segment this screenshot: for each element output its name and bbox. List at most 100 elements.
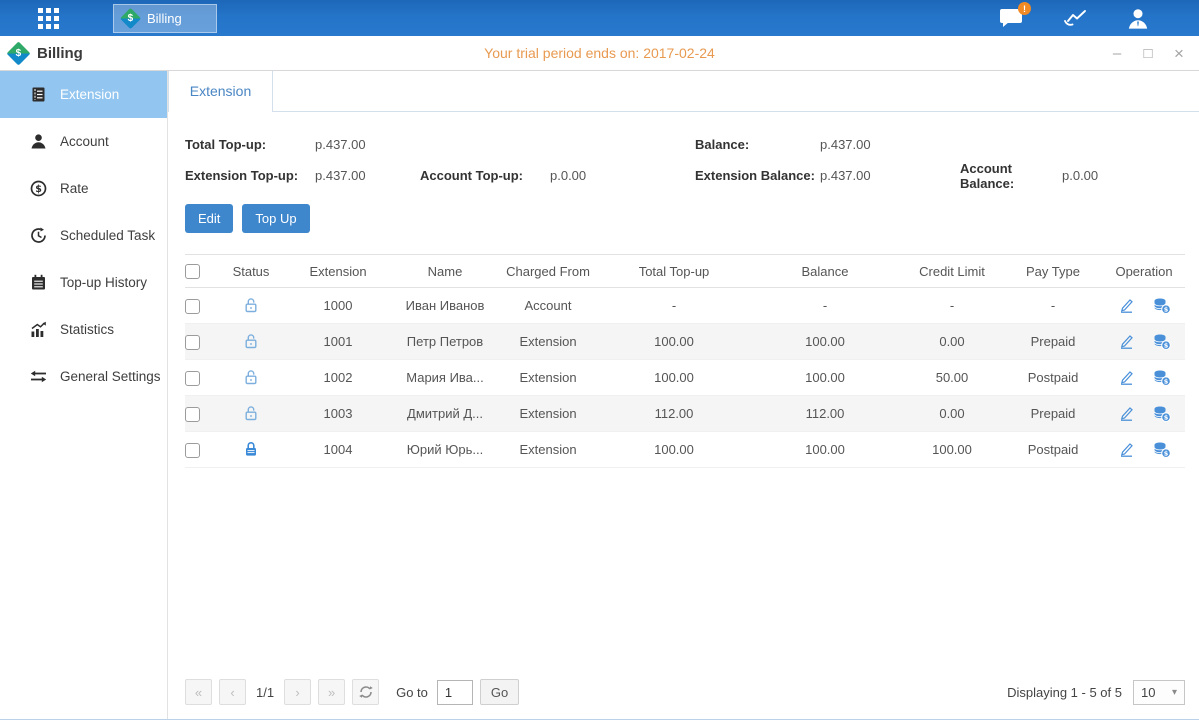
- topbar-tab-label: Billing: [147, 11, 182, 26]
- sidebar-item-extension[interactable]: Extension: [0, 71, 167, 118]
- displaying-text: Displaying 1 - 5 of 5: [1007, 685, 1122, 700]
- cell-extension: 1000: [283, 288, 393, 324]
- sidebar-item-rate[interactable]: $ Rate: [0, 165, 167, 212]
- lock-status-icon[interactable]: [243, 405, 259, 420]
- top-up-button[interactable]: Top Up: [242, 204, 309, 233]
- cell-total-topup: -: [599, 288, 749, 324]
- notification-badge: !: [1018, 2, 1031, 15]
- extension-balance-value: p.437.00: [820, 168, 960, 183]
- maximize-button[interactable]: □: [1140, 46, 1156, 61]
- lock-status-icon[interactable]: [243, 369, 259, 384]
- select-all-checkbox[interactable]: [185, 264, 200, 279]
- top-up-row-icon[interactable]: $: [1153, 297, 1171, 314]
- page-size-select[interactable]: 10 ▾: [1133, 680, 1185, 705]
- edit-row-icon[interactable]: [1118, 297, 1135, 314]
- trial-notice: Your trial period ends on: 2017-02-24: [0, 45, 1199, 61]
- row-checkbox[interactable]: [185, 371, 200, 386]
- prev-page-button[interactable]: ‹: [219, 679, 246, 705]
- goto-label: Go to: [396, 685, 428, 700]
- top-up-row-icon[interactable]: $: [1153, 441, 1171, 458]
- top-up-row-icon[interactable]: $: [1153, 333, 1171, 350]
- cell-charged-from: Extension: [497, 432, 599, 468]
- edit-button[interactable]: Edit: [185, 204, 233, 233]
- table-row: 1000 Иван Иванов Account - - - -: [185, 288, 1185, 324]
- cell-total-topup: 100.00: [599, 432, 749, 468]
- caret-down-icon: ▾: [1172, 687, 1177, 698]
- lock-status-icon[interactable]: [243, 333, 259, 348]
- sidebar-item-label: Top-up History: [60, 275, 147, 290]
- app-grid-icon[interactable]: [35, 5, 61, 31]
- table-row: 1003 Дмитрий Д... Extension 112.00 112.0…: [185, 396, 1185, 432]
- cell-total-topup: 112.00: [599, 396, 749, 432]
- cell-charged-from: Extension: [497, 396, 599, 432]
- go-button[interactable]: Go: [480, 679, 519, 705]
- sidebar-item-label: General Settings: [60, 369, 161, 384]
- content-tab-row: Extension: [168, 71, 1199, 112]
- cell-pay-type: Postpaid: [1003, 432, 1103, 468]
- goto-page-input[interactable]: [437, 680, 473, 705]
- top-bar: $ Billing !: [0, 0, 1199, 36]
- col-pay-type: Pay Type: [1003, 255, 1103, 288]
- edit-row-icon[interactable]: [1118, 333, 1135, 350]
- sidebar-item-label: Account: [60, 134, 109, 149]
- col-balance: Balance: [749, 255, 901, 288]
- statistics-icon: [30, 321, 47, 338]
- tab-extension[interactable]: Extension: [168, 71, 273, 112]
- cell-balance: -: [749, 288, 901, 324]
- cell-extension: 1003: [283, 396, 393, 432]
- app-window: $ Billing !: [0, 0, 1199, 720]
- svg-text:$: $: [1163, 450, 1168, 458]
- page-size-value: 10: [1141, 685, 1155, 700]
- svg-text:$: $: [1163, 378, 1168, 386]
- pagination-bar: « ‹ 1/1 › » Go to Go Displaying: [168, 679, 1199, 719]
- balance-value: p.437.00: [820, 137, 871, 152]
- cell-pay-type: Prepaid: [1003, 324, 1103, 360]
- col-name: Name: [393, 255, 497, 288]
- cell-pay-type: Prepaid: [1003, 396, 1103, 432]
- sidebar-item-topup-history[interactable]: Top-up History: [0, 259, 167, 306]
- window-title: Billing: [37, 45, 83, 62]
- cell-total-topup: 100.00: [599, 324, 749, 360]
- last-page-button[interactable]: »: [318, 679, 345, 705]
- messages-icon[interactable]: !: [999, 8, 1023, 28]
- cell-name: Юрий Юрь...: [393, 432, 497, 468]
- minimize-button[interactable]: –: [1109, 46, 1125, 61]
- sidebar-item-scheduled-task[interactable]: Scheduled Task: [0, 212, 167, 259]
- extension-table: Status Extension Name Charged From Total…: [185, 254, 1185, 468]
- lock-status-icon[interactable]: [243, 441, 259, 456]
- sidebar-item-general-settings[interactable]: General Settings: [0, 353, 167, 400]
- row-checkbox[interactable]: [185, 335, 200, 350]
- sidebar-item-statistics[interactable]: Statistics: [0, 306, 167, 353]
- edit-row-icon[interactable]: [1118, 441, 1135, 458]
- refresh-button[interactable]: [352, 679, 379, 705]
- edit-row-icon[interactable]: [1118, 369, 1135, 386]
- table-row: 1004 Юрий Юрь... Extension 100.00 100.00…: [185, 432, 1185, 468]
- topup-history-icon: [30, 274, 47, 291]
- next-page-button[interactable]: ›: [284, 679, 311, 705]
- row-checkbox[interactable]: [185, 299, 200, 314]
- extension-topup-label: Extension Top-up:: [185, 168, 315, 183]
- cell-name: Дмитрий Д...: [393, 396, 497, 432]
- cell-credit-limit: 50.00: [901, 360, 1003, 396]
- first-page-button[interactable]: «: [185, 679, 212, 705]
- user-icon[interactable]: [1127, 8, 1149, 29]
- scheduled-task-icon: [30, 227, 47, 244]
- summary-section: Total Top-up: p.437.00 Balance: p.437.00…: [168, 112, 1199, 191]
- cell-credit-limit: 0.00: [901, 324, 1003, 360]
- row-checkbox[interactable]: [185, 407, 200, 422]
- close-button[interactable]: ×: [1171, 45, 1187, 62]
- cell-credit-limit: -: [901, 288, 1003, 324]
- rate-icon: $: [30, 180, 47, 197]
- lock-status-icon[interactable]: [243, 297, 259, 312]
- cell-extension: 1001: [283, 324, 393, 360]
- cell-name: Мария Ива...: [393, 360, 497, 396]
- account-topup-value: p.0.00: [550, 168, 586, 183]
- sidebar-item-account[interactable]: Account: [0, 118, 167, 165]
- top-up-row-icon[interactable]: $: [1153, 405, 1171, 422]
- edit-row-icon[interactable]: [1118, 405, 1135, 422]
- monitor-chart-icon[interactable]: [1063, 8, 1087, 28]
- row-checkbox[interactable]: [185, 443, 200, 458]
- top-up-row-icon[interactable]: $: [1153, 369, 1171, 386]
- cell-credit-limit: 100.00: [901, 432, 1003, 468]
- topbar-billing-tab[interactable]: $ Billing: [113, 4, 217, 33]
